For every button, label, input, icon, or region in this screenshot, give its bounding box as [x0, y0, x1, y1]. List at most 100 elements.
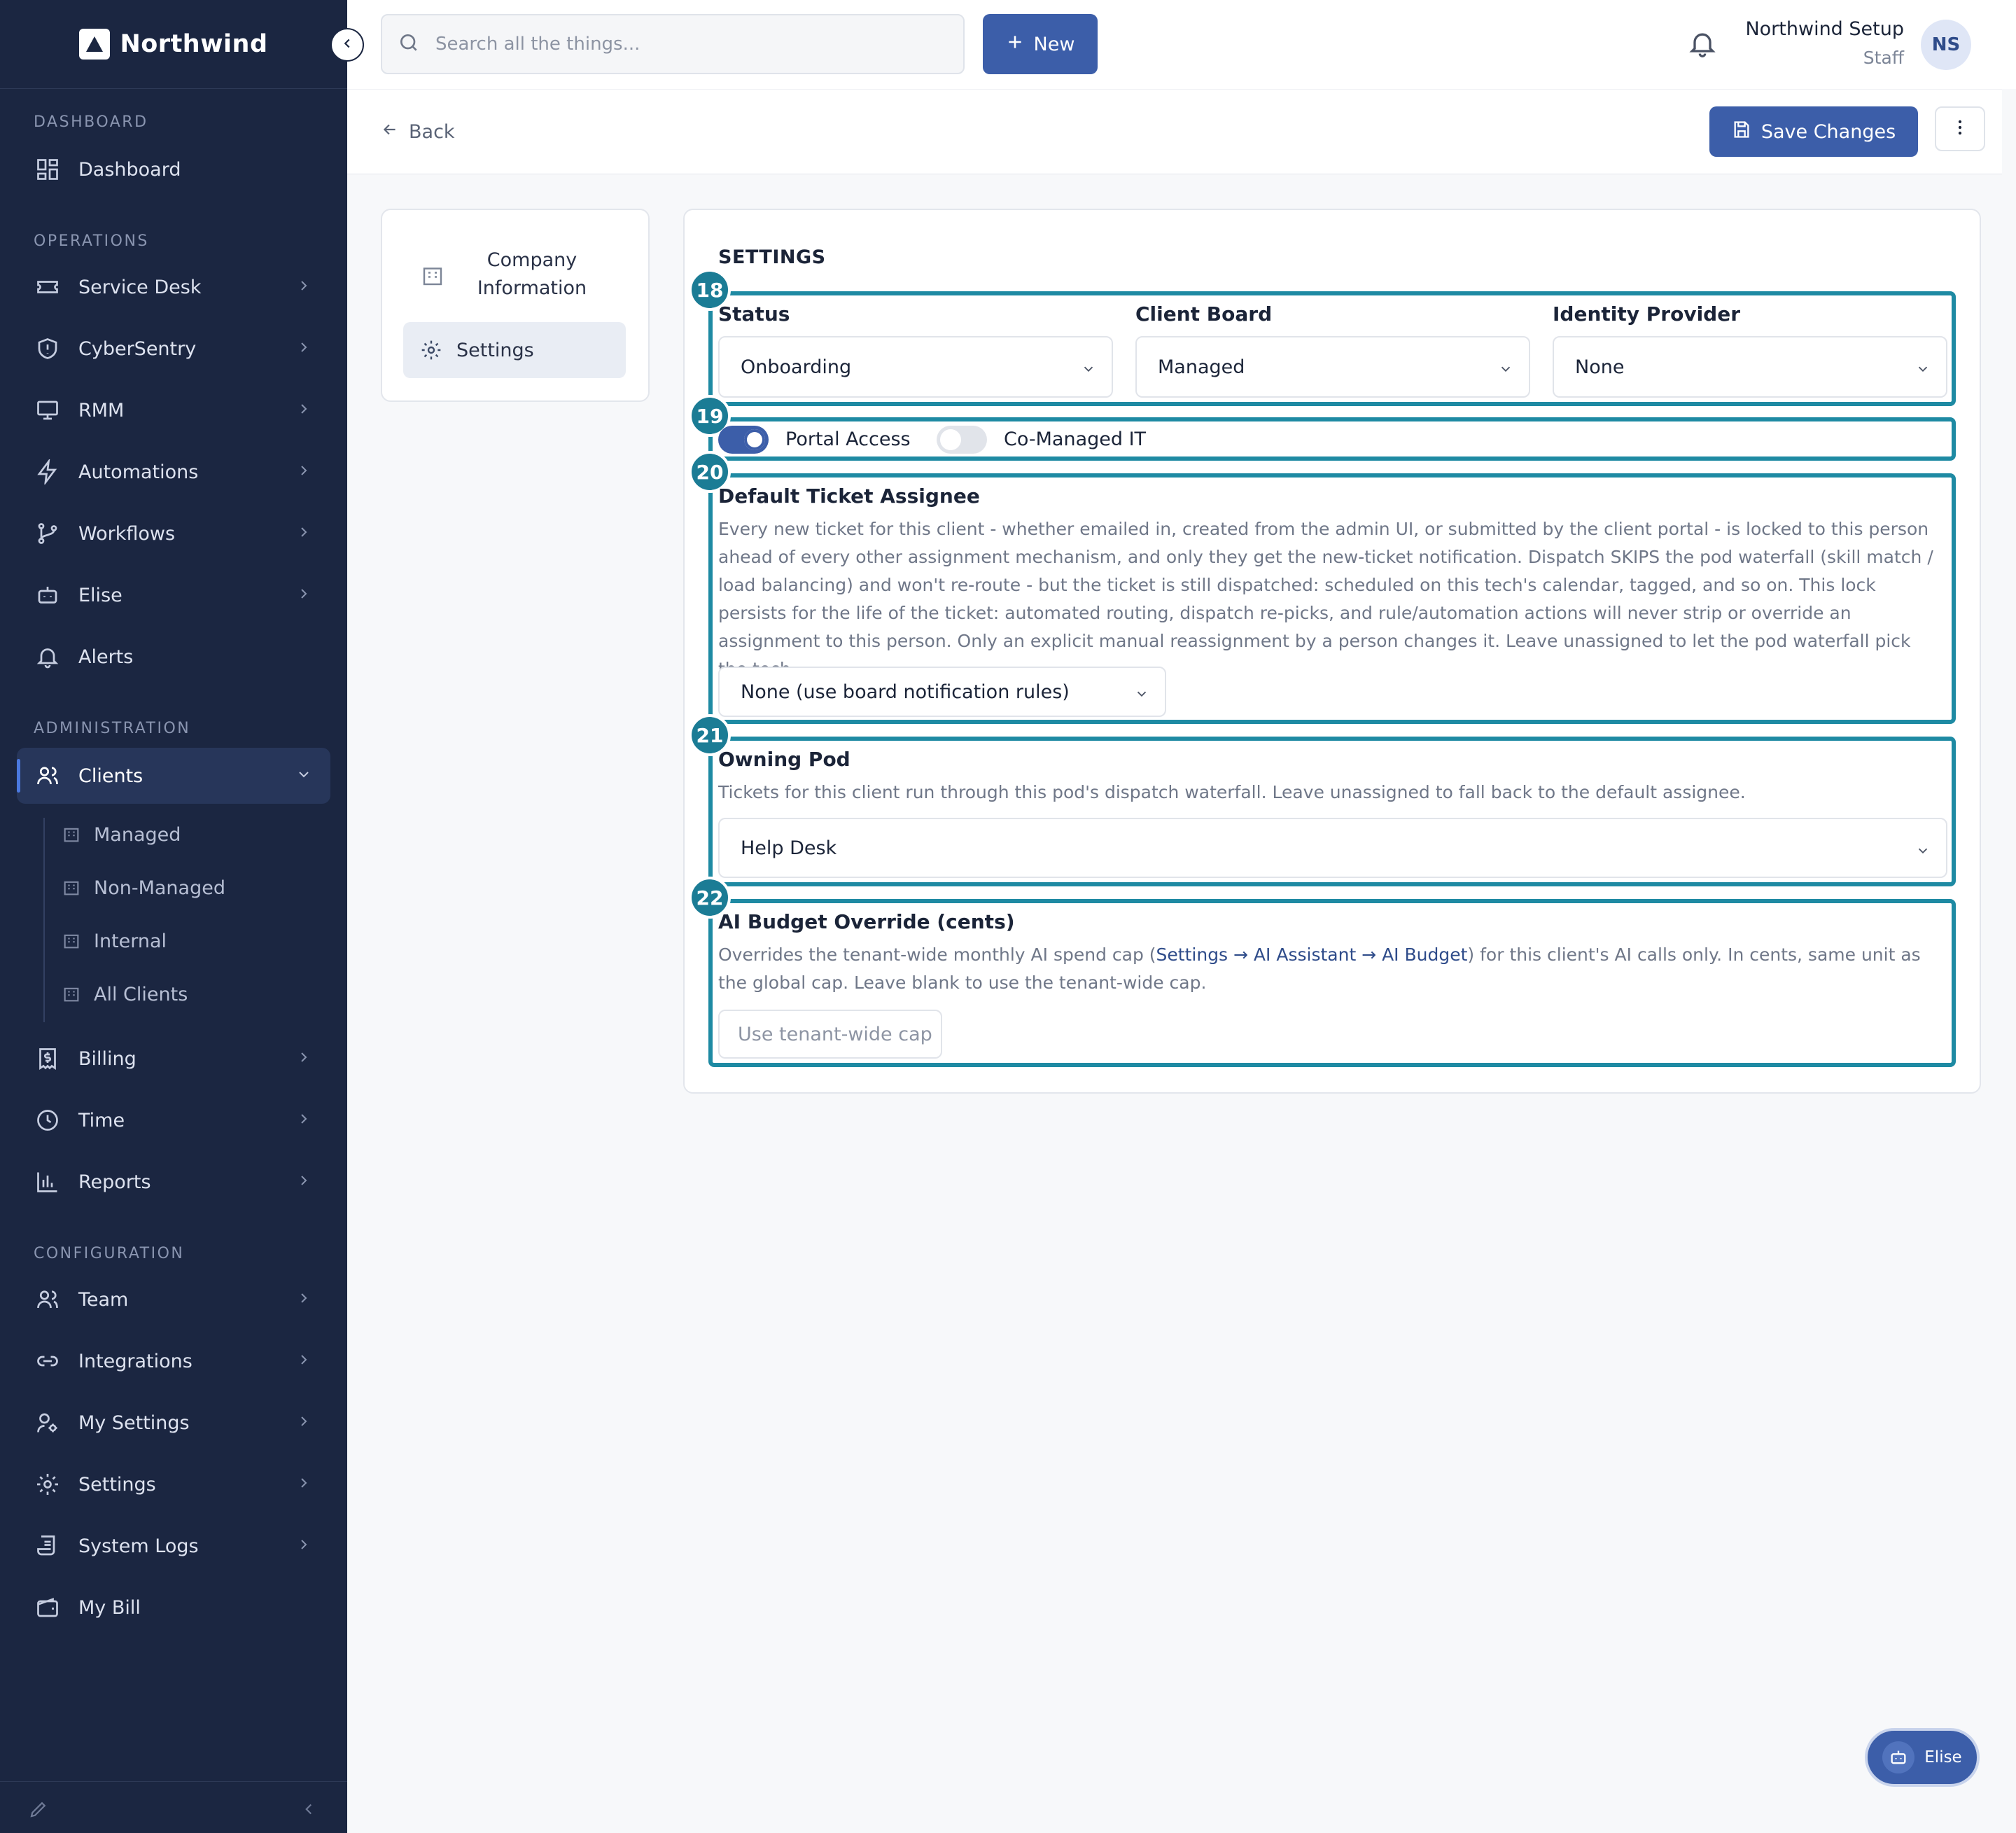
chevron-right-icon [295, 462, 312, 484]
save-changes-button[interactable]: Save Changes [1709, 106, 1918, 157]
sidebar-item-elise[interactable]: Elise [17, 567, 330, 623]
sidebar-item-reports[interactable]: Reports [17, 1154, 330, 1210]
user-role: Staff [1863, 48, 1904, 68]
ai-budget-desc-prefix: Overrides the tenant-wide monthly AI spe… [718, 945, 1156, 965]
section-administration: ADMINISTRATION [34, 720, 191, 737]
co-managed-it-label: Co-Managed IT [1004, 428, 1147, 450]
wallet-icon [34, 1594, 62, 1622]
search-input[interactable] [435, 34, 939, 55]
sidebar-item-label: Time [78, 1109, 125, 1131]
sidebar-item-system-logs[interactable]: System Logs [17, 1518, 330, 1574]
sidebar-item-billing[interactable]: Billing [17, 1031, 330, 1087]
ai-budget-override-description: Overrides the tenant-wide monthly AI spe… [718, 941, 1943, 997]
sidebar-subitem-label: Internal [94, 930, 167, 952]
chevron-down-icon [295, 766, 312, 788]
sidebar-item-cybersentry[interactable]: CyberSentry [17, 321, 330, 377]
sidebar-item-label: Automations [78, 461, 199, 483]
sidebar-item-automations[interactable]: Automations [17, 444, 330, 500]
sidebar-item-label: Elise [78, 584, 122, 606]
chevron-right-icon [295, 1110, 312, 1132]
chevron-down-icon [1915, 360, 1931, 382]
section-configuration: CONFIGURATION [34, 1245, 185, 1262]
new-button[interactable]: New [983, 14, 1098, 74]
owning-pod-select[interactable]: Help Desk [718, 818, 1947, 878]
default-ticket-assignee-select[interactable]: None (use board notification rules) [718, 667, 1166, 717]
sidebar-item-clients[interactable]: Clients [17, 748, 330, 804]
ai-budget-override-input[interactable] [718, 1010, 942, 1059]
avatar[interactable]: NS [1921, 20, 1971, 70]
owning-pod-value: Help Desk [741, 837, 837, 859]
section-dashboard: DASHBOARD [34, 113, 148, 131]
sidebar-item-settings[interactable]: Settings [17, 1456, 330, 1512]
sidebar-item-label: CyberSentry [78, 337, 197, 360]
bar-chart-icon [34, 1168, 62, 1196]
sidebar-subitem-label: Non-Managed [94, 877, 225, 899]
brand[interactable]: Northwind [0, 0, 347, 89]
more-options-button[interactable] [1935, 106, 1985, 151]
sidebar-item-my-settings[interactable]: My Settings [17, 1395, 330, 1451]
sidebar-item-workflows[interactable]: Workflows [17, 506, 330, 562]
ai-budget-settings-link[interactable]: Settings → AI Assistant → AI Budget [1156, 945, 1468, 965]
gear-icon [34, 1470, 62, 1498]
arrow-left-icon [381, 120, 399, 144]
sidebar-item-label: Dashboard [78, 158, 181, 181]
default-ticket-assignee-label: Default Ticket Assignee [718, 485, 980, 508]
sidebar-subitem-label: Managed [94, 823, 181, 846]
portal-access-label: Portal Access [785, 428, 911, 450]
sidebar-subitem-managed[interactable]: Managed [62, 814, 181, 856]
sidebar-footer [0, 1781, 347, 1833]
sidebar-subitem-non-managed[interactable]: Non-Managed [62, 867, 225, 909]
sidebar-collapse-button[interactable] [330, 28, 364, 62]
chevron-right-icon [295, 524, 312, 545]
notifications-bell-icon[interactable] [1687, 28, 1718, 62]
sidebar-item-rmm[interactable]: RMM [17, 382, 330, 438]
menu-company-information[interactable]: Company Information [420, 246, 644, 302]
identity-provider-label: Identity Provider [1553, 302, 1741, 326]
status-select[interactable]: Onboarding [718, 336, 1113, 398]
bot-icon [34, 581, 62, 609]
users-icon [34, 762, 62, 790]
plus-icon [1006, 33, 1024, 56]
collapse-left-icon[interactable] [300, 1800, 318, 1821]
sidebar-subitem-all-clients[interactable]: All Clients [62, 973, 188, 1015]
identity-provider-select[interactable]: None [1553, 336, 1947, 398]
sidebar-item-time[interactable]: Time [17, 1092, 330, 1148]
back-link[interactable]: Back [381, 120, 455, 144]
sidebar-item-integrations[interactable]: Integrations [17, 1333, 330, 1389]
back-label: Back [409, 121, 455, 143]
user-cog-icon [34, 1409, 62, 1437]
search-box[interactable] [381, 14, 965, 74]
settings-title: SETTINGS [718, 246, 826, 268]
sidebar-item-my-bill[interactable]: My Bill [17, 1580, 330, 1636]
sidebar-item-team[interactable]: Team [17, 1271, 330, 1327]
elise-assistant-button[interactable]: Elise [1865, 1728, 1980, 1787]
co-managed-it-toggle[interactable] [937, 426, 987, 454]
ai-budget-override-label: AI Budget Override (cents) [718, 910, 1015, 933]
portal-access-toggle[interactable] [718, 426, 769, 454]
client-board-select[interactable]: Managed [1135, 336, 1530, 398]
chevron-right-icon [295, 400, 312, 422]
sidebar-item-label: System Logs [78, 1535, 199, 1557]
chevron-down-icon [1081, 360, 1096, 382]
sidebar-item-service-desk[interactable]: Service Desk [17, 259, 330, 315]
sidebar-item-label: Settings [78, 1473, 156, 1496]
more-vertical-icon [1950, 118, 1970, 140]
sidebar-item-label: Billing [78, 1047, 136, 1070]
sidebar-item-dashboard[interactable]: Dashboard [17, 141, 330, 197]
save-changes-label: Save Changes [1760, 120, 1896, 143]
chevron-right-icon [295, 277, 312, 299]
sidebar-item-alerts[interactable]: Alerts [17, 629, 330, 685]
sidebar: Northwind DASHBOARD Dashboard OPERATIONS… [0, 0, 347, 1833]
status-value: Onboarding [741, 356, 852, 378]
status-label: Status [718, 302, 790, 326]
scroll-icon [34, 1532, 62, 1560]
menu-settings[interactable]: Settings [403, 322, 626, 378]
page-toolbar: Back Save Changes [347, 89, 2002, 174]
sidebar-item-label: My Bill [78, 1596, 141, 1619]
sidebar-subitem-internal[interactable]: Internal [62, 920, 167, 962]
sidebar-item-label: Clients [78, 765, 144, 787]
gear-icon [420, 339, 442, 361]
sidebar-item-label: Integrations [78, 1350, 192, 1372]
new-button-label: New [1033, 33, 1075, 55]
pencil-icon[interactable] [28, 1799, 49, 1822]
